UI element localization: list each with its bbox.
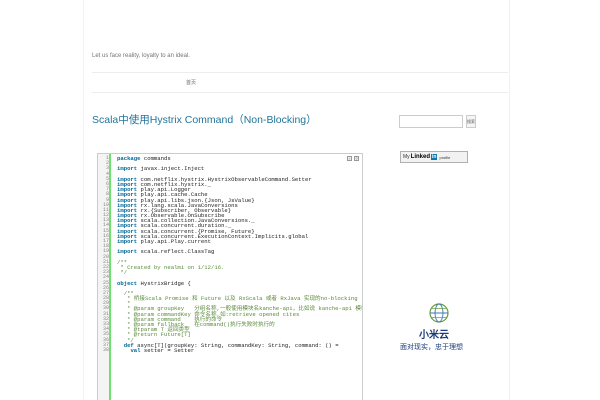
search-input[interactable] [399, 115, 463, 128]
linkedin-name: Linked [410, 154, 431, 160]
nav-divider-bottom [92, 92, 508, 93]
linkedin-profile: profile [439, 154, 451, 160]
post-title[interactable]: Scala中使用Hystrix Command（Non-Blocking） [92, 112, 317, 127]
code-line: 38 val setter = Setter [98, 346, 362, 354]
linkedin-profile-badge[interactable]: My Linked in profile [400, 151, 468, 163]
globe-icon [429, 303, 449, 323]
line-number: 38 [102, 346, 109, 353]
logo-slogan: 面对现实，忠于理想 [400, 344, 463, 351]
site-tagline: Let us face reality, loyalty to an ideal… [92, 53, 190, 59]
nav-item-home[interactable]: 首页 [186, 79, 196, 86]
code-block: ▫ ? 1 package commands 2 3 import javax.inje… [97, 153, 363, 400]
xiaomi-cloud-logo: 小米云 面对现实，忠于理想 [399, 302, 479, 352]
logo-name: 小米云 [419, 330, 449, 341]
code-text: val setter = Setter [130, 346, 195, 354]
search-button[interactable]: 搜索 [466, 115, 476, 128]
linkedin-my: My [403, 154, 410, 160]
nav-divider-top [92, 72, 508, 73]
code-lines: 1 package commands 2 3 import javax.inject.I… [98, 155, 362, 354]
linkedin-in: in [431, 154, 438, 160]
